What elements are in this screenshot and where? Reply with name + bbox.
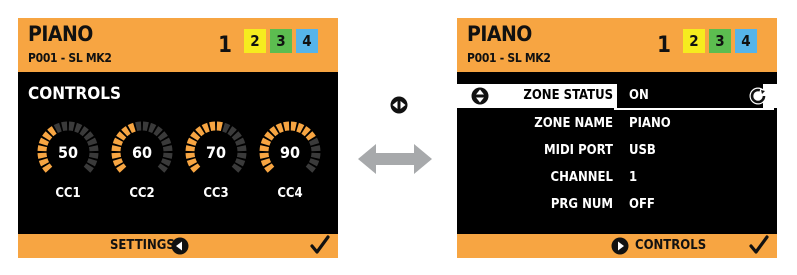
knob-cc4[interactable]: 90 xyxy=(258,120,322,184)
knob-segment xyxy=(283,121,290,132)
zone-2-tile[interactable]: 2 xyxy=(244,29,266,53)
knob-segment xyxy=(68,121,75,132)
knob-label: CC4 xyxy=(277,186,303,201)
knob-segment xyxy=(116,163,127,173)
left-arrow-circle-icon[interactable] xyxy=(171,237,189,255)
knob-segment xyxy=(305,131,316,141)
channel-value[interactable]: 1 xyxy=(629,170,637,185)
knob-segment xyxy=(127,122,136,134)
knob-segment xyxy=(116,131,127,141)
settings-screen: PIANO P001 - SL MK2 1 2 3 4 ZONE STATUS … xyxy=(457,18,777,258)
knob-segment xyxy=(157,163,168,173)
zone-1-indicator[interactable]: 1 xyxy=(214,32,236,60)
knob-segment xyxy=(190,131,201,141)
rotary-encoder-icon[interactable] xyxy=(749,87,767,105)
prg-num-value[interactable]: OFF xyxy=(629,197,655,212)
zone-1-indicator[interactable]: 1 xyxy=(653,32,675,60)
knob-segment xyxy=(79,126,89,137)
midi-port-row[interactable]: MIDI PORT USB xyxy=(457,139,777,165)
knob-segment xyxy=(222,122,231,134)
program-title: PIANO xyxy=(467,22,532,46)
knob-segment xyxy=(209,121,216,132)
right-arrow-circle-icon[interactable] xyxy=(611,237,629,255)
row-underline xyxy=(614,108,774,110)
knob-segment xyxy=(275,122,284,134)
knob-segment xyxy=(264,163,275,173)
knob-segment xyxy=(264,131,275,141)
knob-segment xyxy=(190,163,201,173)
knob-segment xyxy=(157,131,168,141)
knob-label: CC2 xyxy=(129,186,155,201)
up-down-circle-icon[interactable] xyxy=(471,87,489,105)
zone-name-label: ZONE NAME xyxy=(534,116,613,131)
zone-4-tile[interactable]: 4 xyxy=(296,29,318,53)
knob-segment xyxy=(290,121,297,132)
knob-cc2[interactable]: 60 xyxy=(110,120,174,184)
channel-label: CHANNEL xyxy=(550,170,613,185)
knob-segment xyxy=(231,163,242,173)
zone-status-value[interactable]: ON xyxy=(617,84,763,108)
knob-cc1[interactable]: 50 xyxy=(36,120,100,184)
knob-segment xyxy=(153,126,163,137)
prg-num-row[interactable]: PRG NUM OFF xyxy=(457,193,777,219)
knob-value: 60 xyxy=(131,143,153,162)
double-arrow-icon xyxy=(358,144,432,174)
knob-segment xyxy=(195,126,205,137)
knob-segment xyxy=(305,163,316,173)
screen-header: PIANO P001 - SL MK2 1 2 3 4 xyxy=(457,18,777,72)
knob-segment xyxy=(47,126,57,137)
zone-status-row[interactable]: ZONE STATUS ON xyxy=(457,84,777,108)
knob-segment xyxy=(148,122,157,134)
screen-footer: SETTINGS xyxy=(18,234,338,258)
check-icon[interactable] xyxy=(749,235,769,255)
zone-2-tile[interactable]: 2 xyxy=(683,29,705,53)
preset-name: P001 - SL MK2 xyxy=(28,51,112,65)
knob-segment xyxy=(135,121,142,132)
knob-segment xyxy=(216,121,223,132)
knob-value: 50 xyxy=(57,143,79,162)
zone-name-value[interactable]: PIANO xyxy=(629,116,671,131)
knob-segment xyxy=(53,122,62,134)
prg-num-label: PRG NUM xyxy=(550,197,613,212)
channel-row[interactable]: CHANNEL 1 xyxy=(457,166,777,192)
knob-segment xyxy=(301,126,311,137)
knob-segment xyxy=(201,122,210,134)
knob-label: CC1 xyxy=(55,186,81,201)
knob-segment xyxy=(227,126,237,137)
preset-name: P001 - SL MK2 xyxy=(467,51,551,65)
knob-value: 90 xyxy=(279,143,301,162)
knob-segment xyxy=(61,121,68,132)
zone-status-label: ZONE STATUS xyxy=(523,88,613,103)
check-icon[interactable] xyxy=(310,235,330,255)
knob-cc3[interactable]: 70 xyxy=(184,120,248,184)
knob-segment xyxy=(296,122,305,134)
knob-segment xyxy=(269,126,279,137)
knob-segment xyxy=(74,122,83,134)
knob-segment xyxy=(83,131,94,141)
knob-segment xyxy=(121,126,131,137)
midi-port-label: MIDI PORT xyxy=(543,143,613,158)
footer-settings-label[interactable]: SETTINGS xyxy=(110,238,175,253)
zone-3-tile[interactable]: 3 xyxy=(709,29,731,53)
program-title: PIANO xyxy=(28,22,93,46)
knob-segment xyxy=(142,121,149,132)
controls-screen: PIANO P001 - SL MK2 1 2 3 4 CONTROLS 50 C… xyxy=(18,18,338,258)
screen-header: PIANO P001 - SL MK2 1 2 3 4 xyxy=(18,18,338,72)
left-right-circle-icon xyxy=(390,96,408,114)
knob-label: CC3 xyxy=(203,186,229,201)
midi-port-value[interactable]: USB xyxy=(629,143,656,158)
knob-segment xyxy=(231,131,242,141)
section-title: CONTROLS xyxy=(28,84,121,104)
footer-controls-label[interactable]: CONTROLS xyxy=(635,238,706,253)
zone-4-tile[interactable]: 4 xyxy=(735,29,757,53)
knob-segment xyxy=(42,163,53,173)
zone-3-tile[interactable]: 3 xyxy=(270,29,292,53)
zone-name-row[interactable]: ZONE NAME PIANO xyxy=(457,112,777,138)
knob-value: 70 xyxy=(205,143,227,162)
knob-segment xyxy=(83,163,94,173)
screen-footer: CONTROLS xyxy=(457,234,777,258)
knob-segment xyxy=(42,131,53,141)
